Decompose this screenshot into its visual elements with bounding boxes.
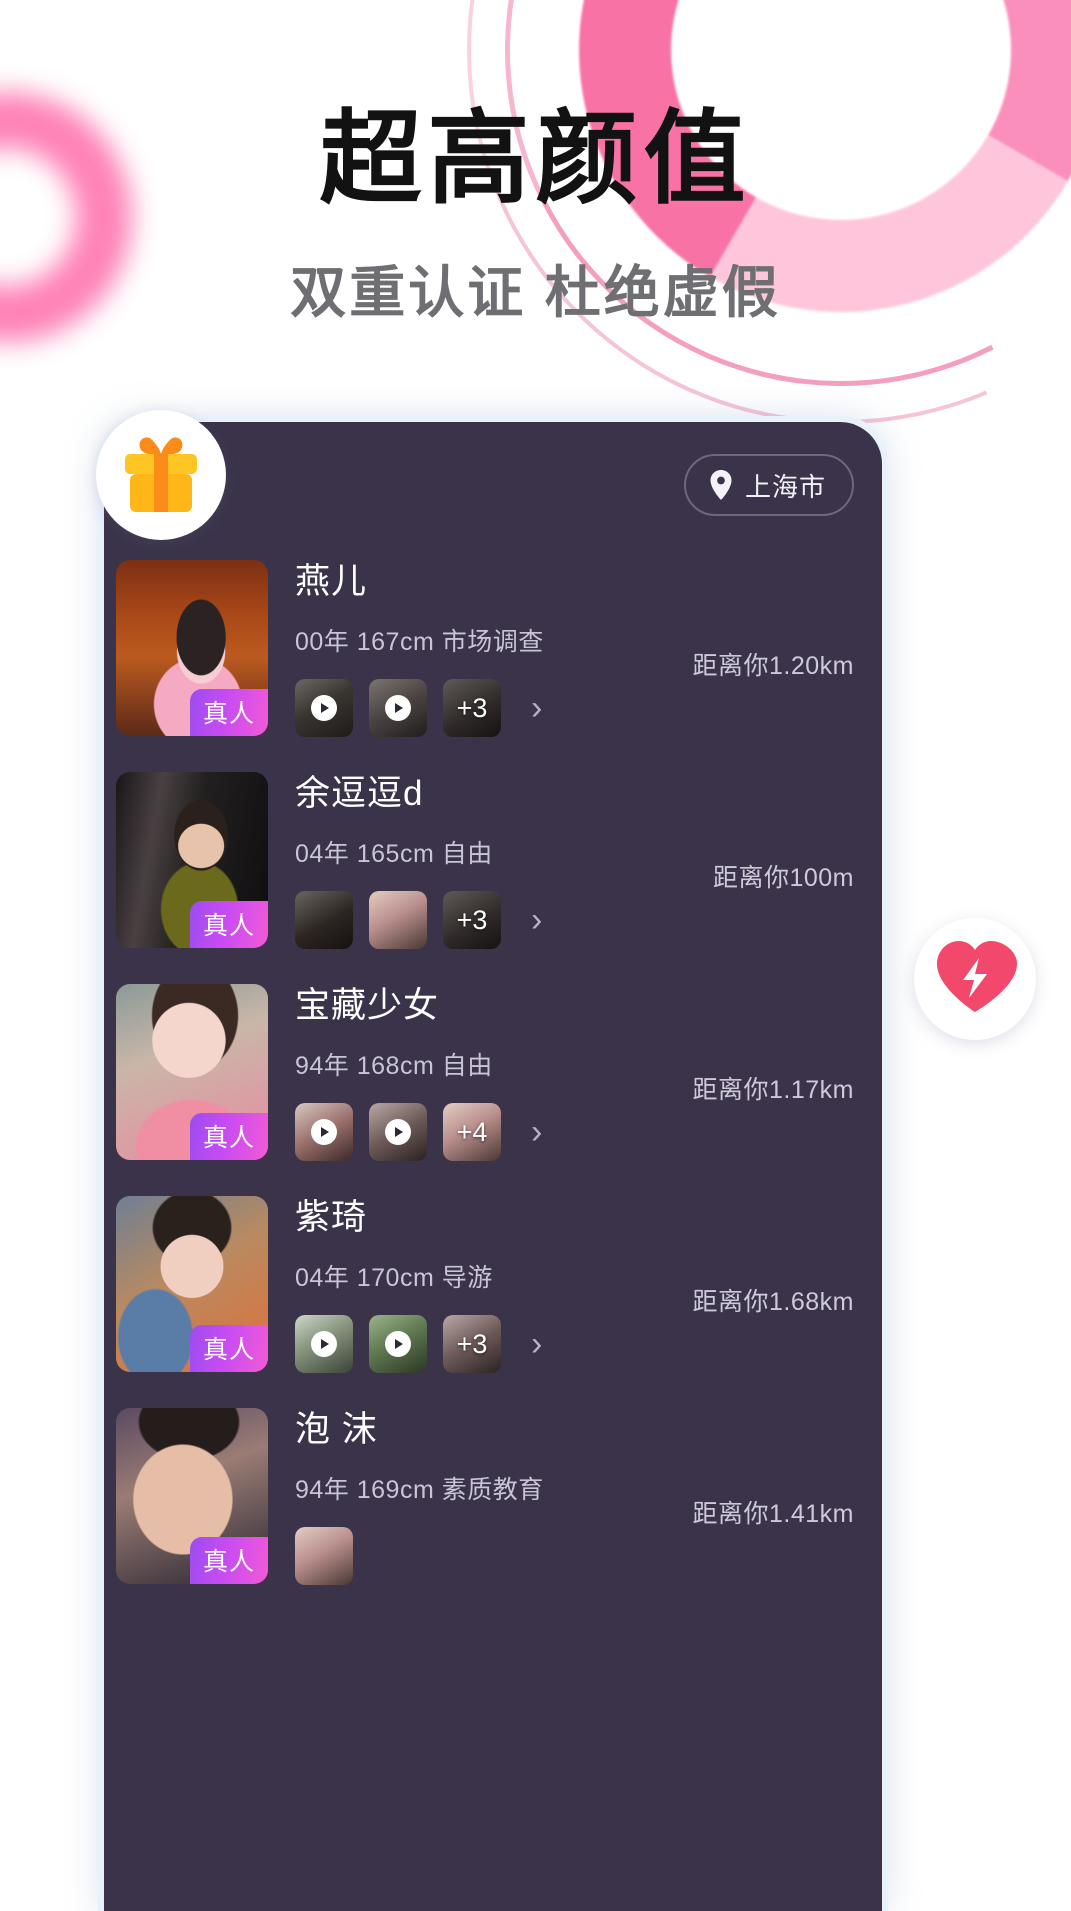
- user-name: 余逗逗d: [295, 774, 424, 813]
- media-thumbnail[interactable]: [295, 1527, 353, 1585]
- avatar[interactable]: 真人: [116, 984, 268, 1160]
- location-pin-icon: [708, 470, 734, 500]
- user-card[interactable]: 真人泡 沫 94年 169cm 素质教育 距离你1.41km: [104, 1390, 882, 1602]
- thumbnail-photo: [295, 1527, 353, 1585]
- play-icon[interactable]: [385, 1331, 411, 1357]
- media-thumbnail-strip[interactable]: +3 ›: [295, 1315, 882, 1373]
- media-thumbnail[interactable]: [295, 679, 353, 737]
- media-thumbnail[interactable]: [369, 891, 427, 949]
- thumbnail-photo: [295, 891, 353, 949]
- media-thumbnail[interactable]: [369, 679, 427, 737]
- play-icon[interactable]: [311, 695, 337, 721]
- media-thumbnail[interactable]: [369, 1315, 427, 1373]
- hero-subtitle: 双重认证 杜绝虚假: [290, 261, 781, 324]
- media-thumbnail[interactable]: +3: [443, 1315, 501, 1373]
- chevron-right-icon[interactable]: ›: [531, 903, 542, 937]
- user-card[interactable]: 真人 紫琦 04年 170cm 导游 +3 › 距离你1.68km: [104, 1178, 882, 1390]
- media-thumbnail-strip[interactable]: +4 ›: [295, 1103, 882, 1161]
- location-label: 上海市: [744, 471, 826, 502]
- media-thumbnail[interactable]: +3: [443, 679, 501, 737]
- chevron-right-icon[interactable]: ›: [531, 1115, 542, 1149]
- more-media-count: +3: [456, 904, 488, 935]
- distance-label: 距离你100m: [712, 864, 854, 892]
- verified-badge: 真人: [189, 1113, 268, 1160]
- avatar[interactable]: 真人: [116, 1408, 268, 1584]
- avatar[interactable]: 真人: [116, 560, 268, 736]
- hero-title: 超高颜值: [319, 102, 752, 216]
- promo-screenshot: 超高颜值 双重认证 杜绝虚假 上海市 真人 燕儿 00年 167cm 市场调查 +3 ›…: [0, 0, 1071, 1911]
- user-card[interactable]: 真人 燕儿 00年 167cm 市场调查 +3 › 距离你1.20km: [104, 542, 882, 754]
- gift-button[interactable]: [96, 410, 226, 540]
- verified-badge: 真人: [189, 1325, 268, 1372]
- distance-label: 距离你1.20km: [692, 652, 854, 680]
- gift-icon: [119, 432, 203, 519]
- avatar[interactable]: 真人: [116, 1196, 268, 1372]
- media-thumbnail[interactable]: [369, 1103, 427, 1161]
- user-card[interactable]: 真人 余逗逗d 04年 165cm 自由 +3 › 距离你100m: [104, 754, 882, 966]
- media-thumbnail-strip[interactable]: [295, 1527, 882, 1585]
- avatar[interactable]: 真人: [116, 772, 268, 948]
- user-name: 紫琦: [295, 1198, 368, 1237]
- more-media-count: +3: [456, 1328, 488, 1359]
- user-name: 泡 沫: [295, 1410, 378, 1449]
- user-name: 燕儿: [295, 562, 368, 601]
- distance-label: 距离你1.68km: [692, 1288, 854, 1316]
- distance-label: 距离你1.41km: [692, 1500, 854, 1528]
- user-card[interactable]: 真人 宝藏少女 94年 168cm 自由 +4 › 距离你1.17km: [104, 966, 882, 1178]
- play-icon[interactable]: [311, 1119, 337, 1145]
- verified-badge: 真人: [189, 1537, 268, 1584]
- media-thumbnail[interactable]: [295, 891, 353, 949]
- play-icon[interactable]: [311, 1331, 337, 1357]
- media-thumbnail[interactable]: [295, 1103, 353, 1161]
- media-thumbnail-strip[interactable]: +3 ›: [295, 891, 882, 949]
- more-media-count: +4: [456, 1116, 488, 1147]
- quick-match-button[interactable]: [914, 918, 1036, 1040]
- media-thumbnail[interactable]: [295, 1315, 353, 1373]
- media-thumbnail[interactable]: +4: [443, 1103, 501, 1161]
- media-thumbnail-strip[interactable]: +3 ›: [295, 679, 882, 737]
- more-media-count: +3: [456, 692, 488, 723]
- phone-screen: 上海市 真人 燕儿 00年 167cm 市场调查 +3 › 距离你1.20km 真人 余逗逗d…: [104, 422, 882, 1911]
- media-thumbnail[interactable]: +3: [443, 891, 501, 949]
- play-icon[interactable]: [385, 1119, 411, 1145]
- heart-bolt-icon: [933, 938, 1017, 1021]
- chevron-right-icon[interactable]: ›: [531, 1327, 542, 1361]
- location-selector[interactable]: 上海市: [683, 454, 854, 516]
- distance-label: 距离你1.17km: [692, 1076, 854, 1104]
- play-icon[interactable]: [385, 695, 411, 721]
- verified-badge: 真人: [189, 689, 268, 736]
- verified-badge: 真人: [189, 901, 268, 948]
- user-list[interactable]: 真人 燕儿 00年 167cm 市场调查 +3 › 距离你1.20km 真人 余逗逗d 04年 …: [104, 542, 882, 1602]
- thumbnail-photo: [369, 891, 427, 949]
- decorative-arc-middle: [417, 0, 1071, 474]
- user-name: 宝藏少女: [295, 986, 440, 1025]
- chevron-right-icon[interactable]: ›: [531, 691, 542, 725]
